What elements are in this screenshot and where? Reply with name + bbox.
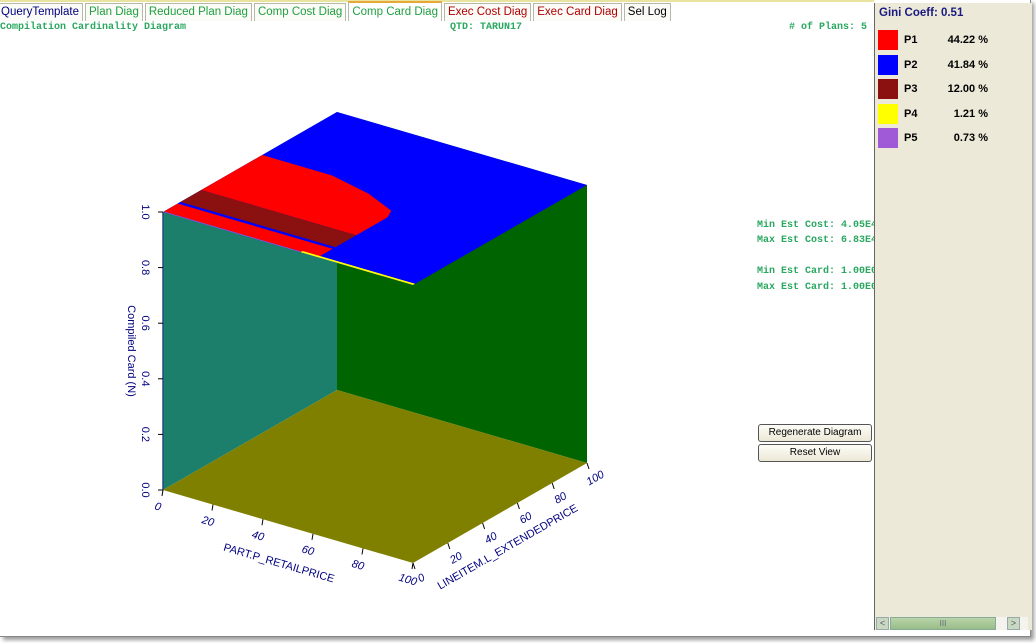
tab-exec-card-diag[interactable]: Exec Card Diag [533, 3, 622, 21]
tab-comp-cost-diag[interactable]: Comp Cost Diag [253, 3, 347, 21]
legend-item-p3: P3 12.00 % [878, 78, 988, 100]
y-tick [447, 542, 451, 550]
z-tick-label: 0.4 [139, 371, 151, 386]
gini-coefficient: Gini Coeff: 0.51 [879, 7, 964, 19]
y-tick-label: 20 [447, 550, 465, 567]
x-tick [211, 504, 214, 511]
legend-plan-name: P3 [904, 83, 918, 95]
legend-swatch [878, 79, 898, 99]
legend-swatch [878, 103, 898, 124]
z-tick-label: 0.2 [139, 427, 151, 442]
x-tick-label: 0 [153, 501, 163, 514]
legend-plan-pct: 1.21 % [953, 107, 988, 120]
x-axis-label: PART.P_RETAILPRICE [222, 542, 336, 586]
z-axis-label: Compiled Card (N) [125, 305, 137, 397]
scroll-right-icon[interactable]: > [1007, 617, 1020, 630]
legend-swatch [878, 30, 898, 50]
tab-comp-card-diag[interactable]: Comp Card Diag [348, 1, 442, 21]
legend-plan-name: P4 [904, 107, 918, 120]
max-est-card: Max Est Card: 1.00E0 [757, 282, 878, 293]
tab-exec-cost-diag[interactable]: Exec Cost Diag [443, 3, 532, 21]
legend-plan-pct: 41.84 % [947, 58, 988, 71]
x-tick [161, 489, 164, 497]
reset-view-button[interactable]: Reset View [758, 444, 872, 462]
z-tick-label: 0.6 [139, 316, 151, 331]
x-tick [261, 519, 264, 526]
horizontal-scrollbar[interactable]: < III > [876, 617, 1028, 630]
min-est-card: Min Est Card: 1.00E0 [757, 266, 878, 277]
y-tick-label: 40 [483, 530, 500, 547]
y-tick [586, 462, 590, 470]
cardinality-3d-chart[interactable]: 0.0 0.2 0.4 0.6 0.8 1.0 Compiled Card (N) 0 20 40… [0, 30, 760, 630]
legend-swatch [878, 54, 898, 75]
x-tick-label: 20 [199, 514, 216, 529]
y-tick-label: 80 [552, 490, 569, 507]
num-plans-label: # of Plans: 5 [789, 22, 868, 33]
legend-plan-name: P1 [904, 34, 918, 46]
tab-querytemplate[interactable]: QueryTemplate [0, 3, 83, 21]
z-tick-label: 0.8 [139, 260, 151, 275]
legend-swatch [878, 128, 898, 148]
x-tick [361, 548, 364, 555]
y-tick-label: 0 [416, 571, 428, 585]
x-tick-label: 80 [350, 558, 366, 573]
legend-plan-pct: 12.00 % [947, 83, 988, 95]
scrollbar-thumb[interactable]: III [890, 617, 996, 630]
legend-item-p4: P4 1.21 % [878, 103, 988, 125]
tab-reduced-plan-diag[interactable]: Reduced Plan Diag [144, 3, 252, 21]
y-tick-label: 60 [518, 510, 535, 527]
legend-item-p5: P5 0.73 % [878, 127, 988, 149]
min-est-cost: Min Est Cost: 4.05E4 [757, 220, 878, 231]
legend-plan-name: P5 [904, 132, 918, 144]
x-tick [311, 533, 314, 540]
regenerate-diagram-button[interactable]: Regenerate Diagram [758, 424, 872, 442]
z-tick-label: 1.0 [139, 204, 151, 219]
legend-plan-name: P2 [904, 58, 918, 71]
y-tick [482, 522, 486, 530]
x-tick-label: 60 [300, 543, 316, 558]
max-est-cost: Max Est Cost: 6.83E4 [757, 235, 878, 246]
legend-item-p1: P1 44.22 % [878, 29, 988, 51]
legend-panel: Gini Coeff: 0.51 P1 44.22 % P2 41.84 % P3 12.… [874, 3, 1032, 630]
y-tick-label: 100 [585, 468, 608, 488]
x-tick-label: 40 [250, 529, 266, 544]
tab-sel-log[interactable]: Sel Log [623, 3, 671, 21]
legend-item-p2: P2 41.84 % [878, 54, 988, 76]
y-tick [412, 562, 416, 570]
scroll-left-icon[interactable]: < [876, 617, 889, 630]
tab-plan-diag[interactable]: Plan Diag [84, 3, 143, 21]
z-tick-label: 0.0 [139, 482, 151, 497]
tab-bar: QueryTemplate Plan Diag Reduced Plan Diag C… [0, 1, 673, 21]
legend-plan-pct: 0.73 % [953, 132, 988, 144]
y-tick [516, 502, 520, 510]
y-tick [551, 482, 555, 490]
legend-plan-pct: 44.22 % [947, 34, 988, 46]
